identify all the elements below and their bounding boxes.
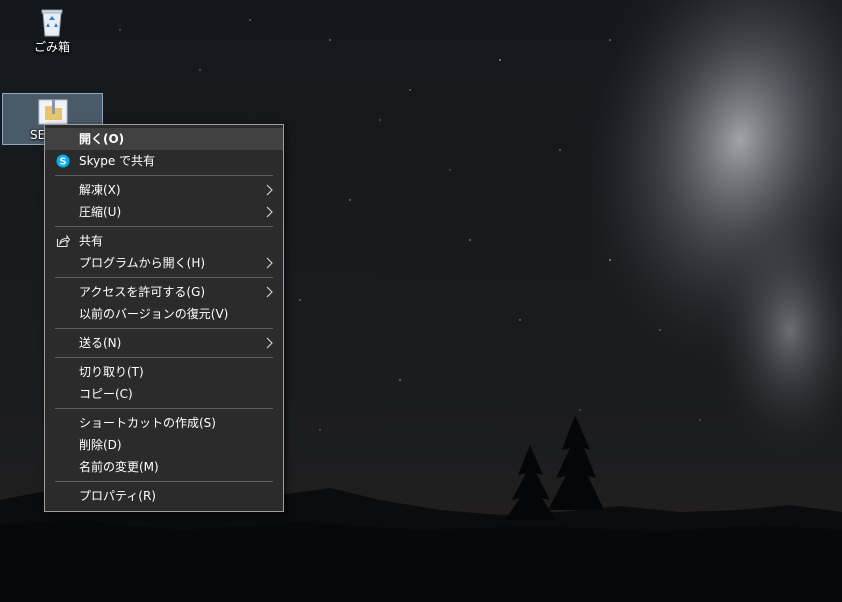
menu-item-share-skype[interactable]: S Skype で共有	[45, 150, 283, 172]
menu-item-send-to[interactable]: 送る(N)	[45, 332, 283, 354]
menu-separator	[55, 328, 273, 329]
menu-separator	[55, 408, 273, 409]
menu-separator	[55, 175, 273, 176]
menu-item-cut[interactable]: 切り取り(T)	[45, 361, 283, 383]
menu-item-properties[interactable]: プロパティ(R)	[45, 485, 283, 507]
recycle-bin-icon	[41, 9, 63, 37]
zip-folder-icon	[38, 99, 67, 125]
desktop[interactable]: ごみ箱 SEC 開く(O) S Skype で共有 解凍(X) 圧縮(U) 共有…	[0, 0, 842, 602]
recycle-bin-desktop-icon[interactable]: ごみ箱	[21, 6, 83, 54]
menu-item-create-shortcut[interactable]: ショートカットの作成(S)	[45, 412, 283, 434]
skype-icon: S	[56, 154, 70, 168]
submenu-arrow-icon	[266, 286, 273, 298]
submenu-arrow-icon	[266, 206, 273, 218]
menu-item-share[interactable]: 共有	[45, 230, 283, 252]
menu-separator	[55, 481, 273, 482]
menu-separator	[55, 226, 273, 227]
menu-separator	[55, 277, 273, 278]
menu-separator	[55, 357, 273, 358]
recycle-bin-label: ごみ箱	[33, 40, 70, 54]
menu-item-open-with[interactable]: プログラムから開く(H)	[45, 252, 283, 274]
menu-item-rename[interactable]: 名前の変更(M)	[45, 456, 283, 478]
submenu-arrow-icon	[266, 184, 273, 196]
menu-item-copy[interactable]: コピー(C)	[45, 383, 283, 405]
share-icon	[56, 234, 70, 248]
menu-item-open[interactable]: 開く(O)	[45, 128, 283, 150]
submenu-arrow-icon	[266, 337, 273, 349]
menu-item-extract[interactable]: 解凍(X)	[45, 179, 283, 201]
menu-item-restore-previous-versions[interactable]: 以前のバージョンの復元(V)	[45, 303, 283, 325]
menu-item-delete[interactable]: 削除(D)	[45, 434, 283, 456]
context-menu: 開く(O) S Skype で共有 解凍(X) 圧縮(U) 共有 プログラムから…	[44, 124, 284, 512]
svg-text:S: S	[59, 157, 66, 168]
menu-item-compress[interactable]: 圧縮(U)	[45, 201, 283, 223]
menu-item-give-access[interactable]: アクセスを許可する(G)	[45, 281, 283, 303]
submenu-arrow-icon	[266, 257, 273, 269]
